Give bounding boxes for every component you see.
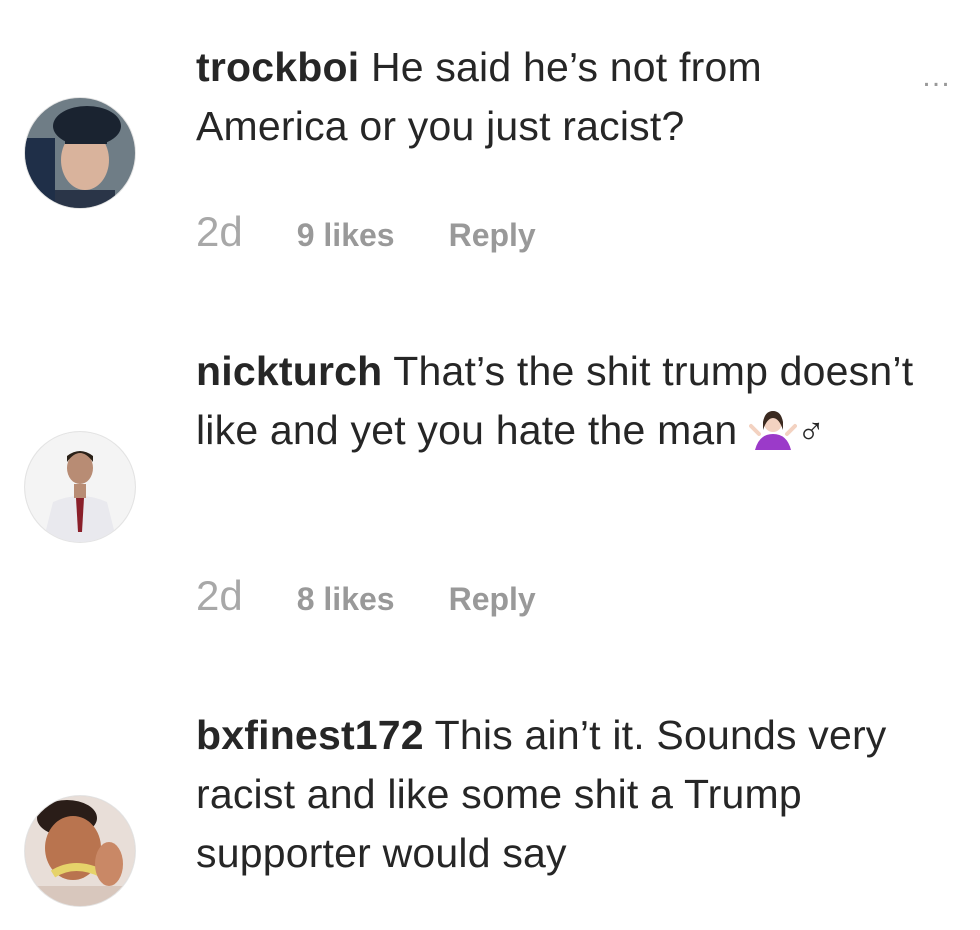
reply-button[interactable]: Reply: [449, 581, 536, 618]
avatar[interactable]: [25, 432, 135, 542]
avatar-image: [25, 98, 135, 208]
comment-body: trockboi He said he’s not from America o…: [196, 38, 916, 156]
avatar[interactable]: [25, 98, 135, 208]
male-sign-icon: ♂: [797, 411, 826, 453]
username[interactable]: trockboi: [196, 44, 359, 90]
username[interactable]: nickturch: [196, 348, 382, 394]
comment-meta: 2d 8 likes Reply: [196, 572, 536, 620]
reply-button[interactable]: Reply: [449, 217, 536, 254]
comment-meta: 2d 9 likes Reply: [196, 208, 536, 256]
likes-count[interactable]: 9 likes: [297, 217, 395, 254]
avatar-image: [25, 432, 135, 542]
person-shrugging-emoji-icon: [749, 411, 798, 450]
likes-count[interactable]: 8 likes: [297, 581, 395, 618]
comment-body: bxfinest172 This ain’t it. Sounds very r…: [196, 706, 916, 883]
timestamp: 2d: [196, 572, 243, 619]
comment-body: nickturch That’s the shit trump doesn’t …: [196, 342, 916, 462]
more-options-icon[interactable]: …: [921, 60, 954, 94]
avatar[interactable]: [25, 796, 135, 906]
timestamp: 2d: [196, 208, 243, 255]
username[interactable]: bxfinest172: [196, 712, 424, 758]
avatar-image: [25, 796, 135, 906]
